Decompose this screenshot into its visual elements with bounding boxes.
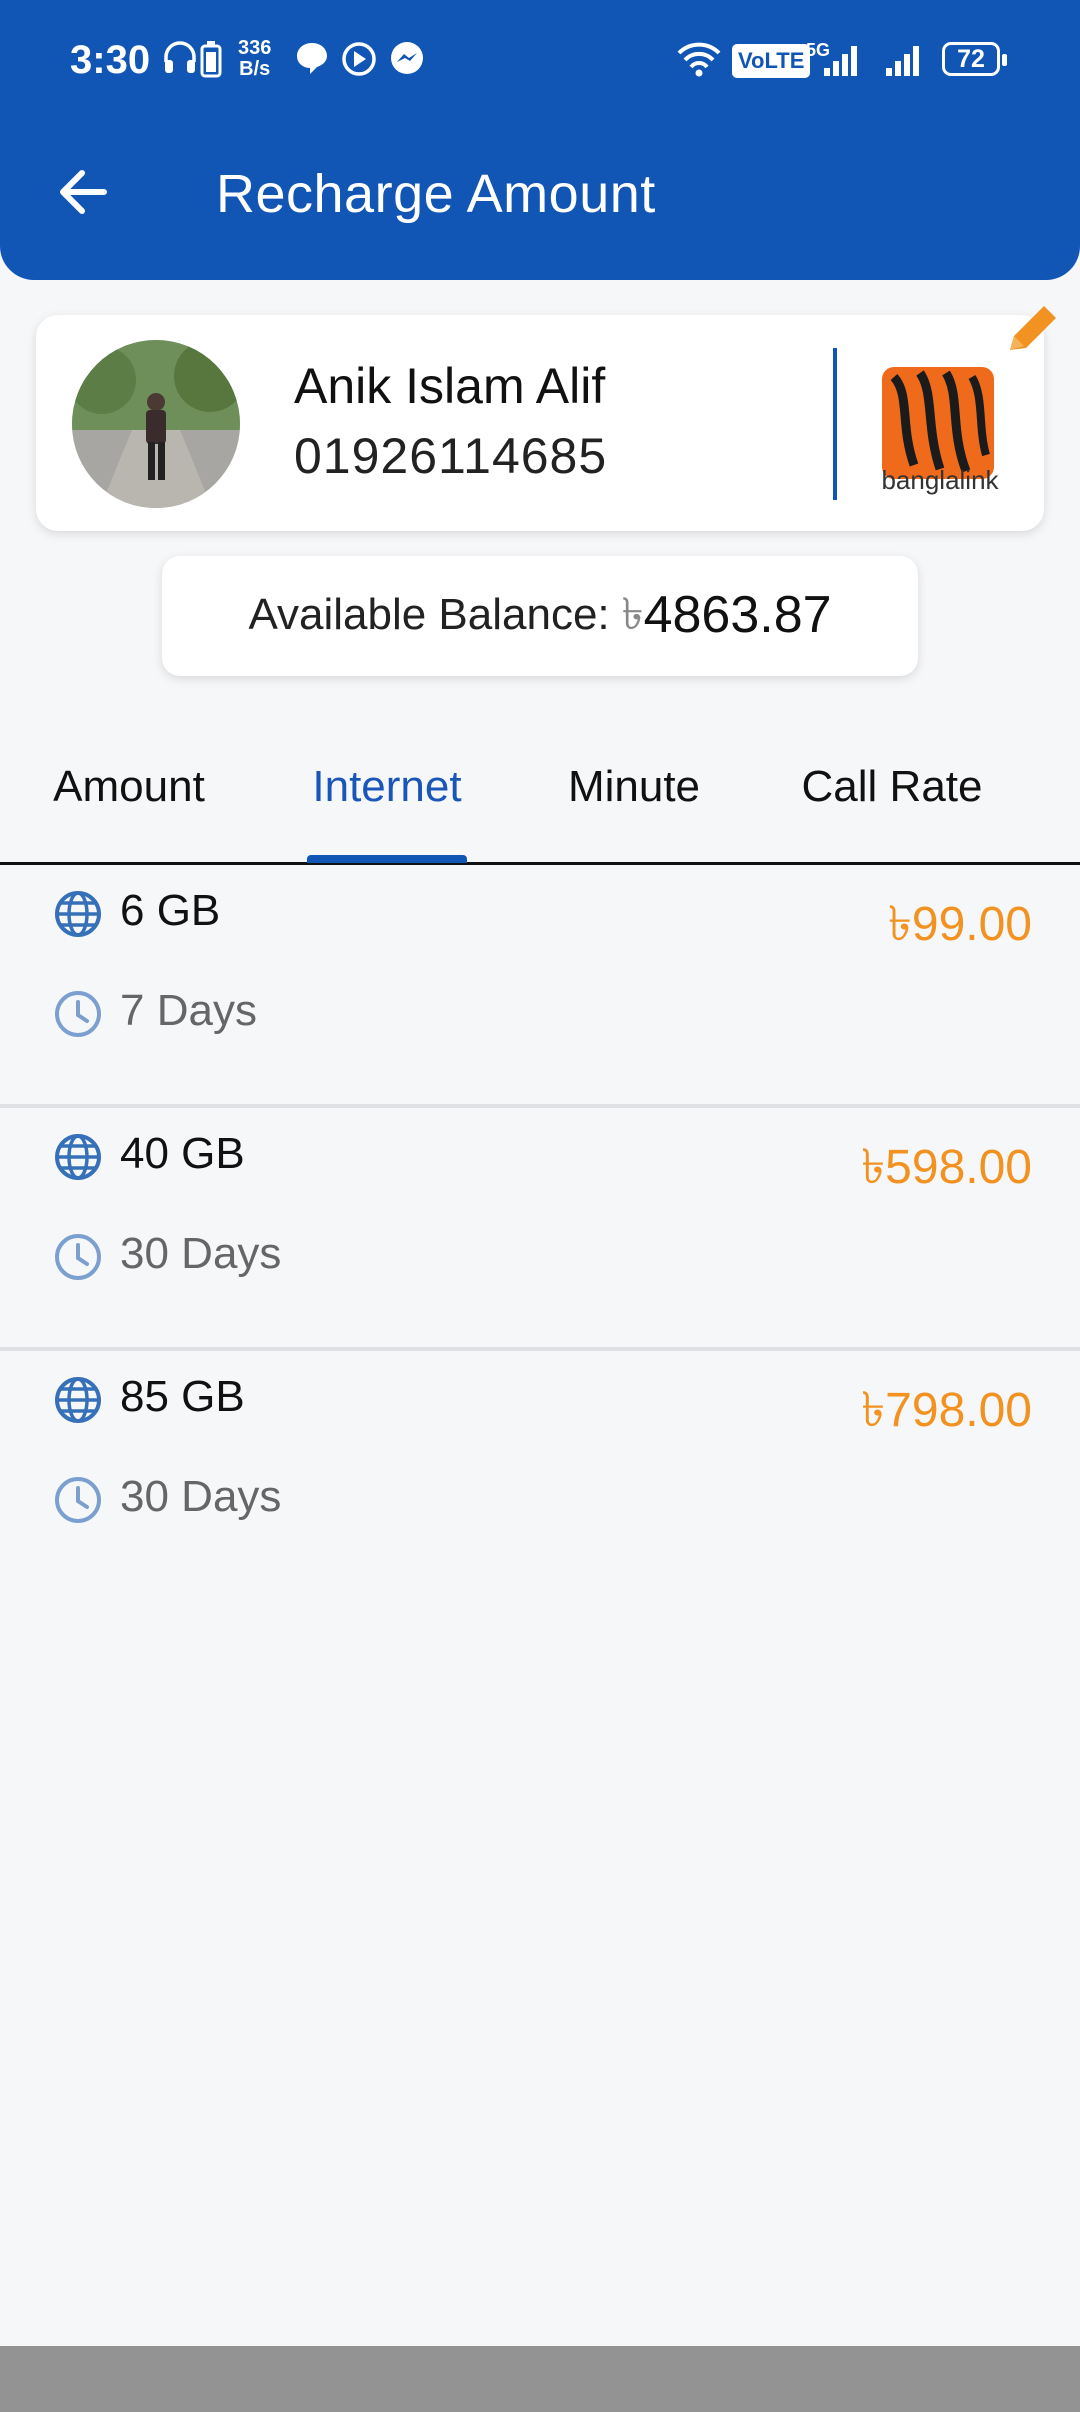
- data-saver-icon: [342, 42, 376, 76]
- currency-symbol: ৳: [621, 590, 644, 639]
- package-item[interactable]: 6 GB ৳99.00 7 Days: [0, 868, 1080, 1108]
- package-item[interactable]: 40 GB ৳598.00 30 Days: [0, 1111, 1080, 1351]
- battery-indicator: 72: [942, 42, 1007, 76]
- globe-icon: [55, 891, 101, 937]
- tab-amount[interactable]: Amount: [34, 745, 224, 862]
- app-bar: 3:30 336 B/s VoLTE 5G 72 Recharge Amount: [0, 0, 1080, 280]
- balance-label: Available Balance:: [248, 590, 610, 639]
- tab-indicator: [307, 855, 467, 863]
- status-time: 3:30: [70, 38, 151, 82]
- page-title: Recharge Amount: [216, 164, 656, 224]
- avatar: [72, 340, 240, 508]
- package-data: 6 GB: [120, 886, 221, 935]
- system-navigation-bar: [0, 2346, 1080, 2412]
- tab-minute[interactable]: Minute: [552, 745, 716, 862]
- tab-bar: Amount Internet Minute Call Rate: [0, 745, 1080, 865]
- network-speed: 336 B/s: [238, 37, 272, 80]
- messenger-icon: [391, 42, 423, 74]
- clock-icon: [55, 1234, 101, 1280]
- divider: [833, 348, 837, 500]
- package-validity: 7 Days: [120, 986, 257, 1035]
- contact-card: Anik Islam Alif 01926114685 banglalink: [36, 315, 1044, 531]
- tab-call-rate[interactable]: Call Rate: [792, 745, 992, 862]
- tab-internet[interactable]: Internet: [297, 745, 477, 862]
- package-price: ৳598.00: [861, 1141, 1032, 1194]
- package-price: ৳99.00: [887, 898, 1032, 951]
- contact-phone: 01926114685: [294, 428, 608, 484]
- edit-pencil-icon[interactable]: [1000, 296, 1066, 362]
- chat-bubble-icon: [297, 43, 327, 74]
- headphones-icon: [164, 41, 196, 73]
- package-data: 85 GB: [120, 1372, 245, 1421]
- back-arrow-icon[interactable]: [52, 160, 116, 224]
- status-bar: 3:30 336 B/s VoLTE 5G 72: [0, 0, 1080, 124]
- globe-icon: [55, 1377, 101, 1423]
- package-validity: 30 Days: [120, 1229, 282, 1278]
- clock-icon: [55, 991, 101, 1037]
- clock-icon: [55, 1477, 101, 1523]
- battery-saver-icon: [200, 41, 222, 78]
- volte-badge: VoLTE: [732, 44, 811, 78]
- package-data: 40 GB: [120, 1129, 245, 1178]
- available-balance: Available Balance: ৳4863.87: [162, 556, 918, 676]
- contact-name: Anik Islam Alif: [294, 358, 606, 414]
- package-validity: 30 Days: [120, 1472, 282, 1521]
- wifi-icon: [677, 42, 721, 77]
- signal-strength-icon: [886, 46, 919, 76]
- globe-icon: [55, 1134, 101, 1180]
- package-item[interactable]: 85 GB ৳798.00 30 Days: [0, 1354, 1080, 1594]
- operator-name: banglalink: [881, 465, 999, 495]
- balance-value: 4863.87: [643, 586, 832, 644]
- signal-strength-icon: [824, 46, 857, 76]
- package-price: ৳798.00: [861, 1384, 1032, 1437]
